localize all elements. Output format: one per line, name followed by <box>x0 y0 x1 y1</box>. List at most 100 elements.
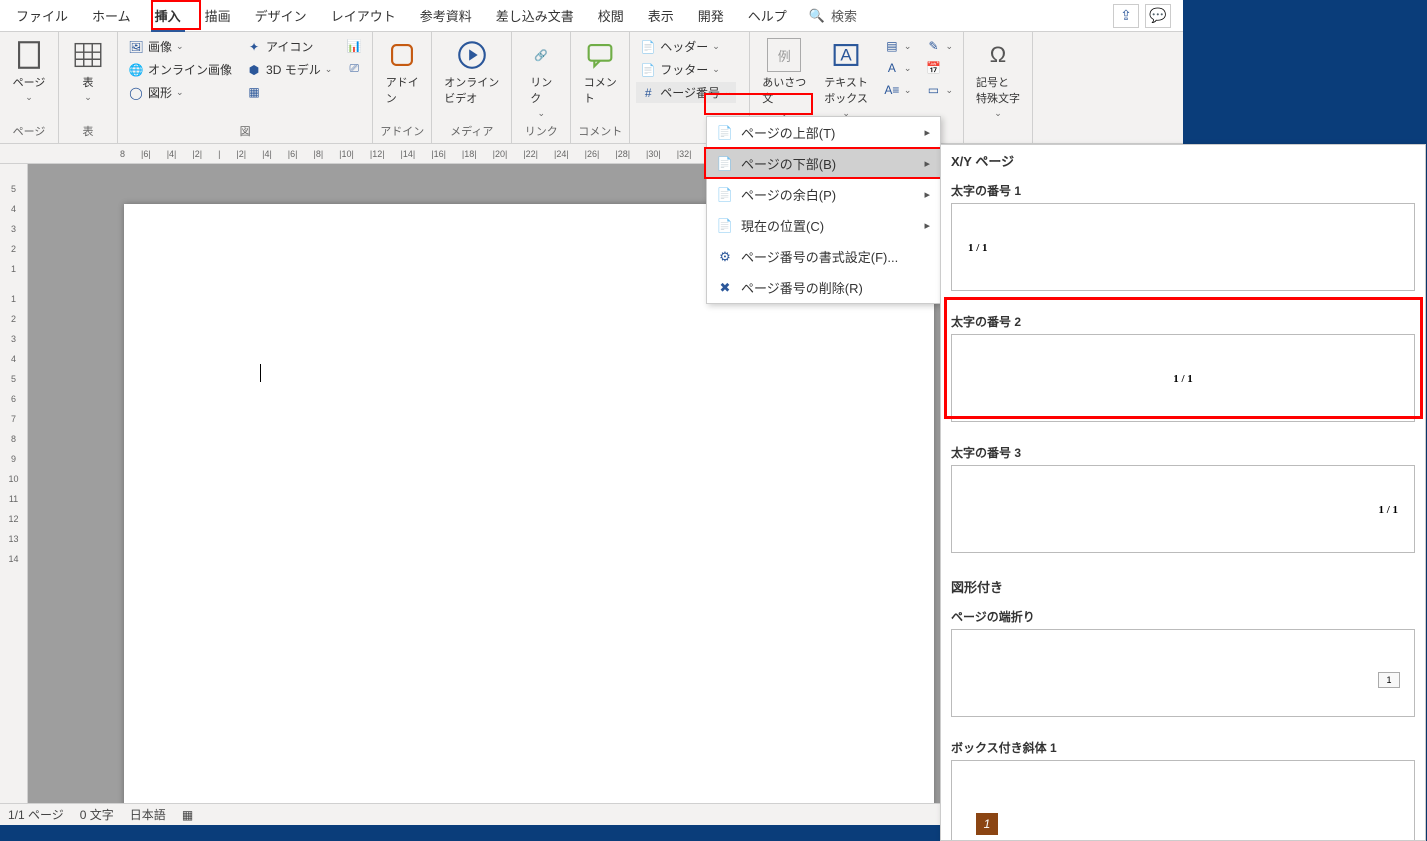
addins-icon <box>385 38 419 72</box>
dropcap-button[interactable]: A≡ <box>880 80 916 100</box>
footer-icon: 📄 <box>640 62 656 78</box>
chevron-right-icon: ▸ <box>924 219 930 232</box>
chevron-right-icon: ▸ <box>924 126 930 139</box>
gallery-option-bold-1[interactable]: 太字の番号 1 1 / 1 <box>951 178 1415 291</box>
gallery-opt2-title: 太字の番号 2 <box>951 309 1415 334</box>
comment-label: コメン ト <box>584 74 617 106</box>
symbols-label: 記号と 特殊文字 <box>976 74 1020 106</box>
textbox-button[interactable]: A テキスト ボックス <box>818 36 874 121</box>
tab-design[interactable]: デザイン <box>243 0 319 31</box>
gallery-opt4-num: 1 <box>1386 675 1391 685</box>
gallery-opt3-num: 1 / 1 <box>1378 504 1398 516</box>
gallery-option-box-italic-1[interactable]: ボックス付き斜体 1 1 <box>951 735 1415 841</box>
footer-button[interactable]: 📄フッター <box>636 59 735 80</box>
dd-bottom-label: ページの下部(B) <box>741 154 836 173</box>
tab-file[interactable]: ファイル <box>4 0 80 31</box>
dd-remove-page-numbers[interactable]: ✖ページ番号の削除(R) <box>707 272 940 303</box>
search-box[interactable]: 🔍 検索 <box>799 6 867 25</box>
table-label: 表 <box>83 74 94 90</box>
search-label: 検索 <box>831 6 857 25</box>
chart-button[interactable]: 📊 <box>342 36 366 56</box>
smartart-button[interactable]: ▦ <box>242 82 336 102</box>
shapes-icon: ◯ <box>128 85 144 101</box>
tab-developer[interactable]: 開発 <box>686 0 736 31</box>
icons-label: アイコン <box>266 38 313 55</box>
pages-label: ページ <box>13 74 46 90</box>
status-page[interactable]: 1/1 ページ <box>8 806 64 823</box>
links-label: リン ク <box>530 74 552 106</box>
gallery-option-fold[interactable]: ページの端折り 1 <box>951 604 1415 717</box>
dd-top-of-page[interactable]: 📄ページの上部(T)▸ <box>707 117 940 148</box>
pages-button[interactable]: ページ <box>6 36 52 105</box>
comment-button[interactable]: コメン ト <box>577 36 623 108</box>
shapes-button[interactable]: ◯図形 <box>124 82 236 103</box>
tab-references[interactable]: 参考資料 <box>408 0 484 31</box>
table-icon <box>71 38 105 72</box>
page-icon: 📄 <box>717 156 733 172</box>
signature-button[interactable]: ✎ <box>921 36 957 56</box>
smartart-icon: ▦ <box>246 84 262 100</box>
page-number-icon: # <box>640 85 656 101</box>
dd-page-margins[interactable]: 📄ページの余白(P)▸ <box>707 179 940 210</box>
gallery-shapes-header: 図形付き <box>941 571 1425 600</box>
addins-button[interactable]: アドイ ン <box>379 36 425 108</box>
status-language[interactable]: 日本語 <box>130 806 166 823</box>
greeting-icon: 例 <box>767 38 801 72</box>
shapes-label: 図形 <box>148 84 172 101</box>
box-shape: 1 <box>976 813 998 835</box>
tab-view[interactable]: 表示 <box>636 0 686 31</box>
page-number-button[interactable]: #ページ番号 <box>636 82 735 103</box>
3dmodels-button[interactable]: ⬢3D モデル <box>242 59 336 80</box>
ribbon: ページ ページ 表 表 🖼画像 🌐オンライン画像 ◯図形 <box>0 32 1183 144</box>
table-button[interactable]: 表 <box>65 36 111 105</box>
format-icon: ⚙ <box>717 249 733 265</box>
status-word-count[interactable]: 0 文字 <box>80 806 114 823</box>
tab-review[interactable]: 校閲 <box>586 0 636 31</box>
text-cursor <box>260 364 261 382</box>
group-addins-label: アドイン <box>379 123 425 141</box>
textbox-icon: A <box>829 38 863 72</box>
link-icon: 🔗 <box>524 38 558 72</box>
tab-home[interactable]: ホーム <box>80 0 143 31</box>
comments-icon[interactable]: 💬 <box>1145 4 1171 28</box>
video-icon <box>455 38 489 72</box>
online-video-button[interactable]: オンライン ビデオ <box>438 36 505 108</box>
tab-draw[interactable]: 描画 <box>193 0 243 31</box>
group-illustrations-label: 図 <box>124 123 366 141</box>
gallery-option-bold-3[interactable]: 太字の番号 3 1 / 1 <box>951 440 1415 553</box>
chevron-right-icon: ▸ <box>924 157 930 170</box>
3dmodels-label: 3D モデル <box>266 61 321 78</box>
status-accessibility-icon[interactable]: ▦ <box>182 808 193 822</box>
dd-current-position[interactable]: 📄現在の位置(C)▸ <box>707 210 940 241</box>
page-number-label: ページ番号 <box>660 84 720 101</box>
gallery-opt5-num: 1 <box>984 817 991 831</box>
datetime-button[interactable]: 📅 <box>921 58 957 78</box>
greeting-button[interactable]: 例 あいさつ 文 <box>756 36 812 121</box>
header-button[interactable]: 📄ヘッダー <box>636 36 735 57</box>
pictures-button[interactable]: 🖼画像 <box>124 36 236 57</box>
icons-button[interactable]: ✦アイコン <box>242 36 336 57</box>
chevron-right-icon: ▸ <box>924 188 930 201</box>
links-button[interactable]: 🔗 リン ク <box>518 36 564 121</box>
gallery-opt1-num: 1 / 1 <box>968 242 988 254</box>
tab-layout[interactable]: レイアウト <box>319 0 408 31</box>
gallery-opt1-title: 太字の番号 1 <box>951 178 1415 203</box>
online-pictures-button[interactable]: 🌐オンライン画像 <box>124 59 236 80</box>
fold-shape: 1 <box>1378 672 1400 688</box>
quickparts-button[interactable]: ▤ <box>880 36 916 56</box>
share-icon[interactable]: ⇪ <box>1113 4 1139 28</box>
wordart-button[interactable]: A <box>880 58 916 78</box>
signature-icon: ✎ <box>925 38 941 54</box>
screenshot-button[interactable]: ⎚ <box>342 58 366 78</box>
tab-insert[interactable]: 挿入 <box>143 0 193 31</box>
object-button[interactable]: ▭ <box>921 80 957 100</box>
dd-bottom-of-page[interactable]: 📄 ページの下部(B) ▸ <box>707 148 940 179</box>
tab-mailings[interactable]: 差し込み文書 <box>484 0 586 31</box>
symbols-button[interactable]: Ω 記号と 特殊文字 <box>970 36 1026 121</box>
gallery-option-bold-2[interactable]: 太字の番号 2 1 / 1 <box>951 309 1415 422</box>
tab-help[interactable]: ヘルプ <box>736 0 799 31</box>
picture-icon: 🖼 <box>128 39 144 55</box>
comment-icon <box>583 38 617 72</box>
dd-format-page-numbers[interactable]: ⚙ページ番号の書式設定(F)... <box>707 241 940 272</box>
vertical-ruler: 543211234567891011121314 <box>0 164 28 805</box>
